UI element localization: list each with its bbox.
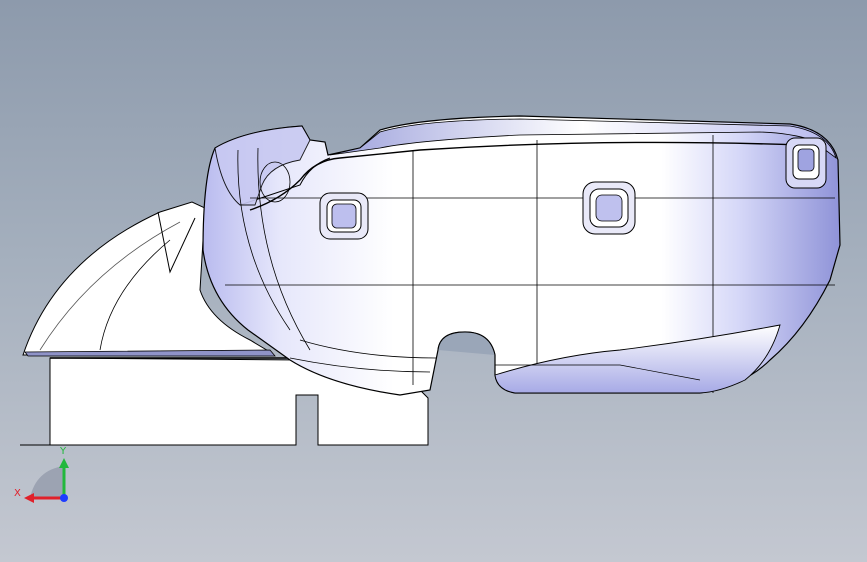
square-boss-center[interactable] bbox=[582, 181, 636, 235]
square-boss-right[interactable] bbox=[785, 137, 827, 189]
cad-model[interactable] bbox=[0, 0, 867, 562]
y-axis-head bbox=[59, 458, 69, 468]
x-axis-label: X bbox=[14, 488, 21, 499]
reference-triad[interactable]: X Y bbox=[10, 440, 80, 510]
graphics-viewport[interactable]: X Y bbox=[0, 0, 867, 562]
square-boss-left[interactable] bbox=[319, 192, 369, 240]
main-shell[interactable] bbox=[202, 115, 841, 396]
triad-plane-shade bbox=[30, 466, 64, 498]
z-axis-dot bbox=[60, 494, 68, 502]
y-axis-label: Y bbox=[59, 446, 67, 457]
x-axis-head bbox=[24, 493, 34, 503]
